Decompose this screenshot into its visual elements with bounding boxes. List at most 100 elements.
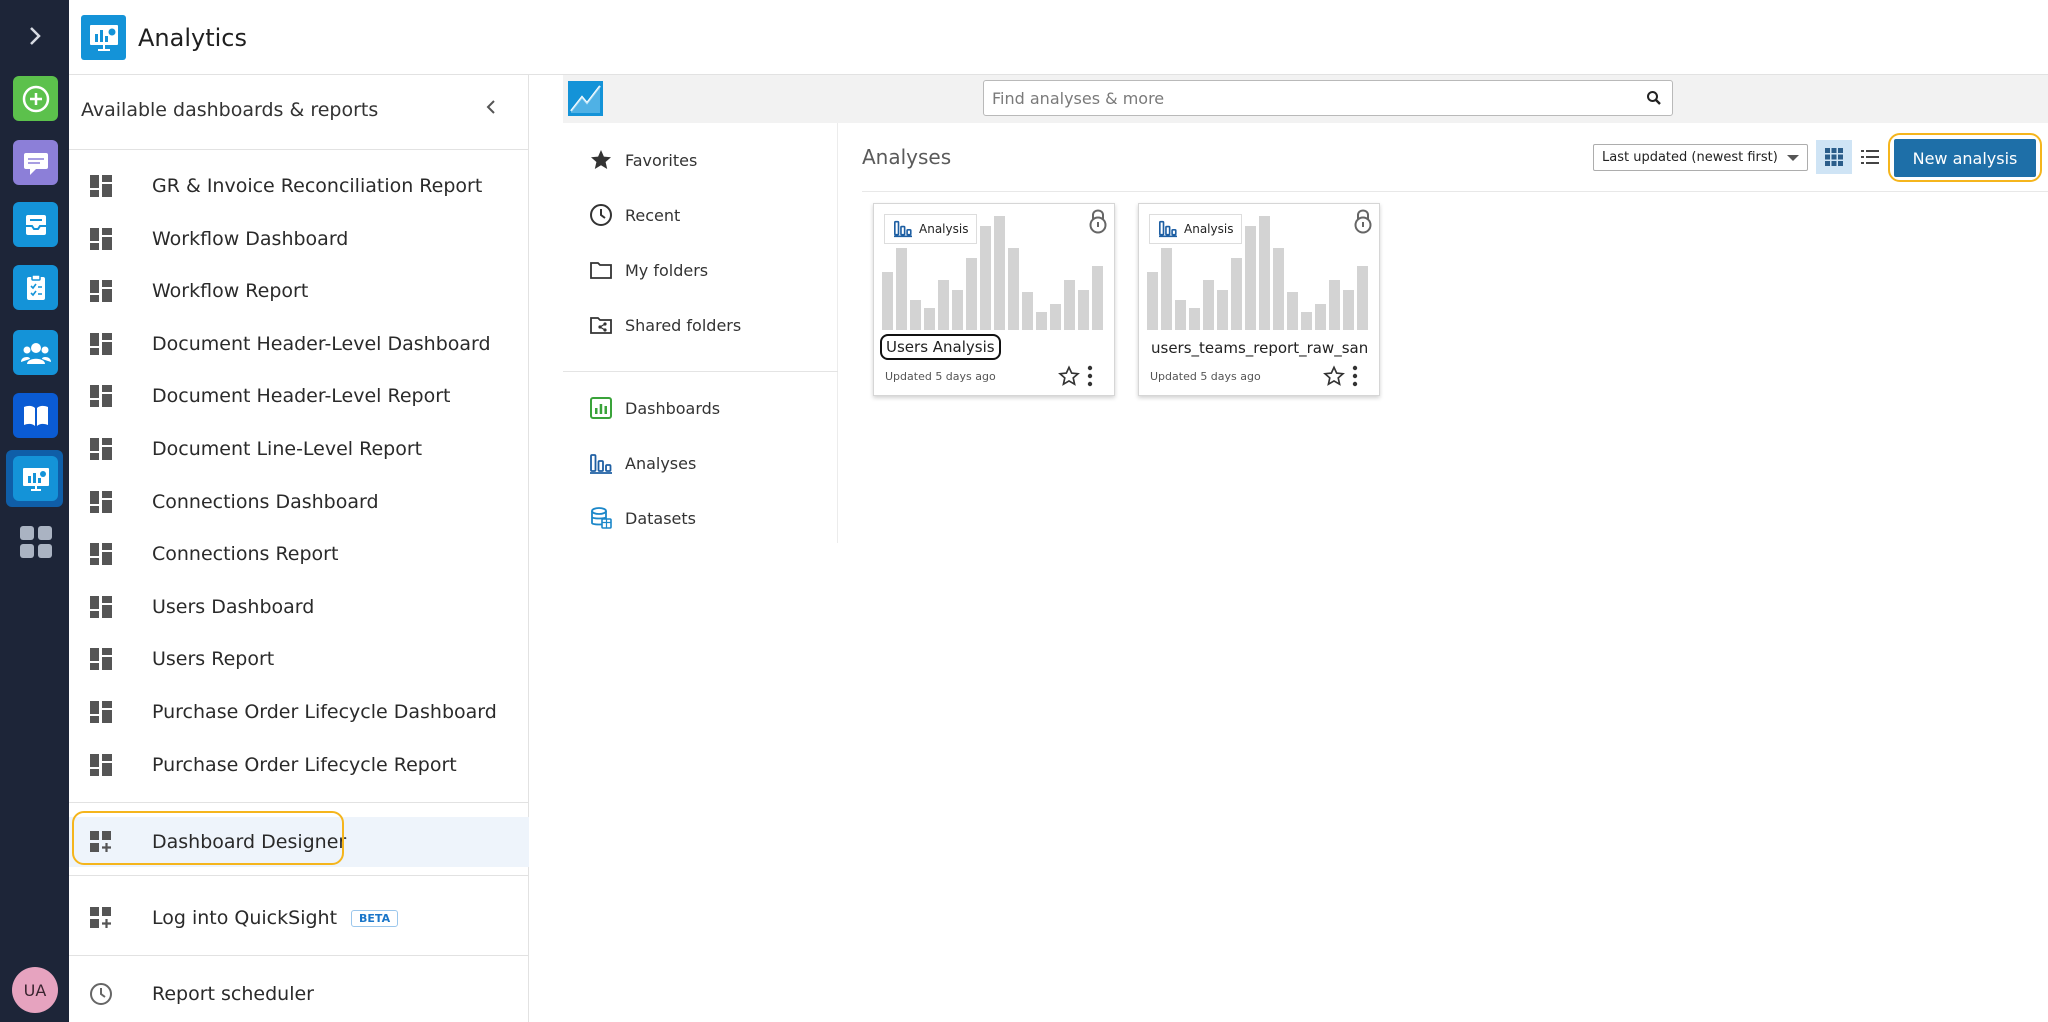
thumbnail-bar — [1231, 258, 1242, 330]
thumbnail-bar — [1287, 292, 1298, 330]
report-list-item[interactable]: Workflow Dashboard — [69, 214, 529, 264]
search-input[interactable] — [992, 87, 1632, 109]
thumbnail-bar — [966, 258, 977, 330]
dashboard-icon — [90, 490, 112, 513]
thumbnail-bar — [1064, 280, 1075, 330]
create-button[interactable] — [13, 76, 58, 121]
report-list-item[interactable]: Connections Dashboard — [69, 477, 529, 527]
nav-datasets[interactable]: Datasets — [589, 503, 696, 533]
analytics-logo-icon — [81, 15, 126, 60]
analysis-badge-label: Analysis — [1184, 222, 1234, 236]
nav-favorites[interactable]: Favorites — [589, 145, 697, 175]
report-list-item-label: Purchase Order Lifecycle Dashboard — [152, 701, 497, 723]
report-scheduler-item[interactable]: Report scheduler — [69, 969, 529, 1019]
quicksight-body: Favorites Recent My folders Shared folde… — [563, 123, 2048, 1022]
report-list-item[interactable]: Document Header-Level Report — [69, 371, 529, 421]
thumbnail-bar — [1147, 272, 1158, 330]
search-box[interactable] — [983, 80, 1673, 116]
list-view-icon — [1861, 150, 1879, 164]
quicksight-login-label: Log into QuickSight BETA — [152, 907, 399, 929]
analysis-badge-label: Analysis — [919, 222, 969, 236]
thumbnail-bar — [1022, 292, 1033, 330]
report-list-item-label: Users Dashboard — [152, 595, 315, 618]
apps-button[interactable] — [13, 519, 58, 564]
thumbnail-bar — [952, 290, 963, 330]
report-list-item-label: Document Header-Level Dashboard — [152, 332, 491, 355]
sort-dropdown-value: Last updated (newest first) — [1602, 150, 1778, 165]
app-rail: UA — [0, 0, 69, 1022]
chevron-left-icon — [486, 100, 495, 114]
report-list-item-label: Connections Dashboard — [152, 490, 379, 513]
analysis-name[interactable]: users_teams_report_raw_san — [1151, 339, 1368, 357]
quicksight-text: Log into QuickSight — [152, 907, 338, 929]
thumbnail-bar — [1175, 300, 1186, 330]
user-avatar[interactable]: UA — [12, 967, 58, 1013]
messages-button[interactable] — [13, 140, 58, 185]
content-title: Analyses — [862, 145, 952, 169]
more-options-icon[interactable] — [1086, 364, 1094, 388]
quicksight-login-item[interactable]: Log into QuickSight BETA — [69, 893, 529, 943]
thumbnail-bar — [910, 300, 921, 330]
caret-down-icon — [1787, 155, 1799, 161]
analysis-chart-icon — [894, 220, 912, 238]
nav-datasets-label: Datasets — [625, 508, 696, 528]
star-icon — [591, 150, 611, 169]
analysis-card[interactable]: Analysis Users Analysis Updated 5 days ago — [873, 203, 1115, 396]
chat-icon — [23, 152, 48, 175]
nav-dashboards[interactable]: Dashboards — [589, 393, 720, 423]
nav-favorites-label: Favorites — [625, 150, 698, 170]
thumbnail-bar — [1078, 290, 1089, 330]
expand-rail-button[interactable] — [0, 0, 69, 72]
nav-my-folders[interactable]: My folders — [589, 255, 708, 285]
analysis-card[interactable]: Analysis users_teams_report_raw_san Update… — [1138, 203, 1380, 396]
inbox-button[interactable] — [13, 202, 58, 247]
report-list-item[interactable]: Purchase Order Lifecycle Dashboard — [69, 687, 529, 737]
nav-analyses-label: Analyses — [625, 453, 697, 473]
thumbnail-bar — [1315, 304, 1326, 330]
report-list-item[interactable]: Purchase Order Lifecycle Report — [69, 740, 529, 790]
search-icon[interactable] — [1646, 90, 1662, 106]
nav-recent[interactable]: Recent — [589, 200, 680, 230]
list-view-button[interactable] — [1852, 140, 1888, 174]
tasks-button[interactable] — [13, 265, 58, 310]
apps-grid-icon — [19, 525, 52, 558]
nav-shared-folders[interactable]: Shared folders — [589, 310, 741, 340]
analysis-name[interactable]: Users Analysis — [880, 334, 1001, 360]
people-button[interactable] — [13, 330, 58, 375]
report-list-item[interactable]: Document Header-Level Dashboard — [69, 319, 529, 369]
collapse-panel-button[interactable] — [484, 97, 498, 122]
report-list-item[interactable]: Users Dashboard — [69, 582, 529, 632]
quicksight-frame: Favorites Recent My folders Shared folde… — [563, 75, 2048, 1022]
dashboard-icon — [90, 595, 112, 618]
report-list-item[interactable]: Users Report — [69, 634, 529, 684]
thumbnail-bar — [1329, 280, 1340, 330]
analysis-updated: Updated 5 days ago — [1150, 370, 1261, 383]
analytics-button[interactable] — [13, 456, 58, 501]
report-list-item[interactable]: Workflow Report — [69, 266, 529, 316]
dashboard-icon — [90, 227, 112, 250]
sort-dropdown[interactable]: Last updated (newest first) — [1593, 144, 1808, 171]
thumbnail-bar — [1050, 304, 1061, 330]
beta-badge: BETA — [351, 910, 399, 927]
dashboard-icon — [90, 175, 112, 197]
report-list-item[interactable]: Connections Report — [69, 529, 529, 579]
favorite-star-icon[interactable] — [1058, 365, 1080, 387]
divider — [69, 955, 529, 956]
library-button[interactable] — [13, 393, 58, 438]
panel-heading: Available dashboards & reports — [81, 99, 379, 121]
report-list-item[interactable]: Document Line-Level Report — [69, 424, 529, 474]
nav-analyses[interactable]: Analyses — [589, 448, 696, 478]
favorite-star-icon[interactable] — [1323, 365, 1345, 387]
grid-view-button[interactable] — [1816, 140, 1852, 174]
thumbnail-bar — [1036, 312, 1047, 330]
nav-my-folders-label: My folders — [625, 260, 709, 280]
book-icon — [23, 405, 48, 426]
nav-dashboards-label: Dashboards — [625, 398, 721, 418]
reports-panel: Available dashboards & reports GR & Invo… — [69, 75, 529, 1022]
thumbnail-bar — [896, 248, 907, 330]
thumbnail-bar — [882, 272, 893, 330]
thumbnail-bar — [1301, 312, 1312, 330]
quicksight-logo-icon[interactable] — [568, 81, 603, 116]
more-options-icon[interactable] — [1351, 364, 1359, 388]
report-list-item[interactable]: GR & Invoice Reconciliation Report — [69, 161, 529, 211]
